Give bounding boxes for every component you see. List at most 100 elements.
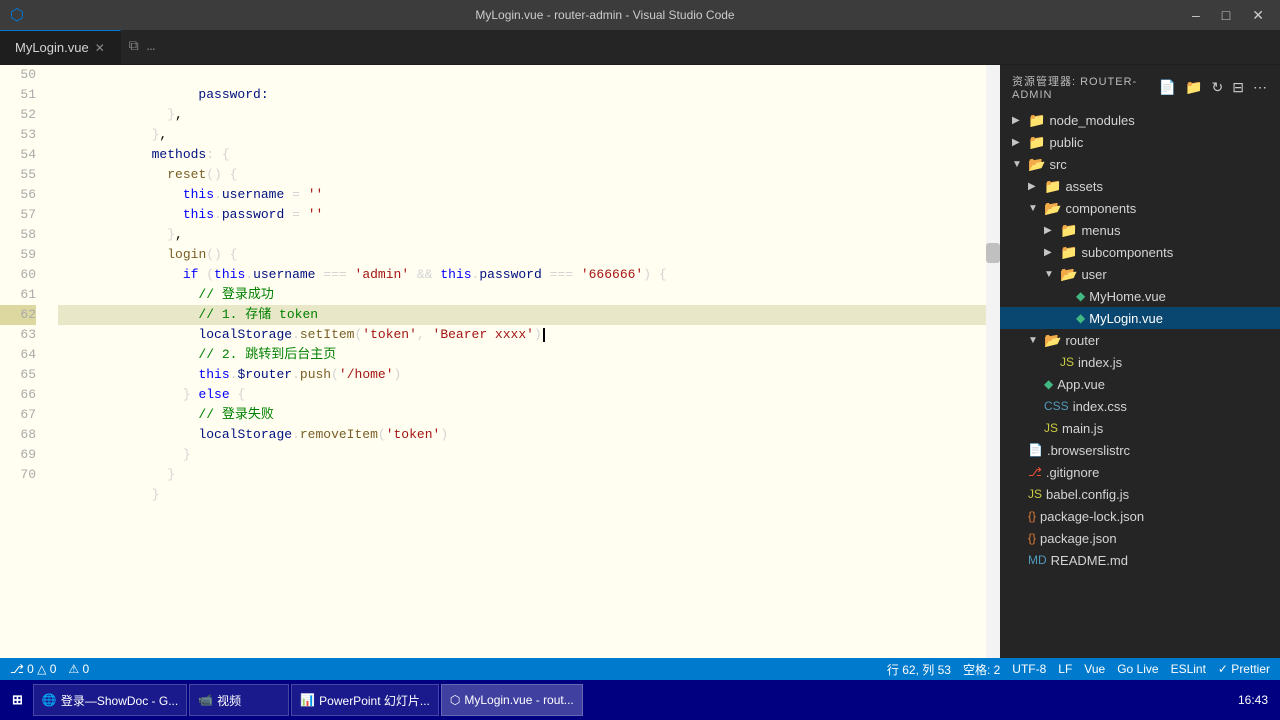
tree-label: public (1049, 135, 1083, 150)
editor-scrollbar[interactable] (986, 65, 1000, 658)
chevron-down-icon: ▼ (1012, 159, 1024, 170)
git-status-item[interactable]: ⎇ 0 △ 0 (10, 662, 56, 676)
tree-item-components[interactable]: ▼ 📂 components (1000, 197, 1280, 219)
taskbar-label: MyLogin.vue - rout... (464, 693, 573, 707)
tree-item-package-json[interactable]: ▶ {} package.json (1000, 527, 1280, 549)
js-file-icon: JS (1028, 487, 1042, 501)
error-status-item[interactable]: ⚠ 0 (68, 662, 89, 676)
tree-item-myhome[interactable]: ▶ ◆ MyHome.vue (1000, 285, 1280, 307)
tree-label: menus (1081, 223, 1120, 238)
taskbar-time: 16:43 (1238, 693, 1268, 707)
folder-open-icon: 📂 (1044, 200, 1061, 217)
taskbar-btn-vscode[interactable]: ⬡ MyLogin.vue - rout... (441, 684, 583, 716)
tree-item-readme[interactable]: ▶ MD README.md (1000, 549, 1280, 571)
windows-icon: ⊞ (12, 692, 23, 708)
sidebar-title: 资源管理器: ROUTER-ADMIN (1012, 73, 1159, 101)
chevron-down-icon: ▼ (1028, 335, 1040, 346)
taskbar-icon: 📹 (198, 693, 213, 707)
new-folder-icon[interactable]: 📁 (1185, 79, 1203, 96)
more-actions-button[interactable]: … (147, 39, 155, 55)
css-file-icon: CSS (1044, 399, 1069, 413)
tab-close-button[interactable]: ✕ (95, 41, 105, 55)
taskbar-label: 登录—ShowDoc - G... (61, 692, 178, 709)
start-button[interactable]: ⊞ (4, 688, 31, 712)
vue-file-icon: ◆ (1076, 311, 1085, 325)
status-bar-right: 行 62, 列 53 空格: 2 UTF-8 LF Vue Go Live ES… (887, 661, 1270, 678)
tree-item-mylogin[interactable]: ▶ ◆ MyLogin.vue (1000, 307, 1280, 329)
tree-item-subcomponents[interactable]: ▶ 📁 subcomponents (1000, 241, 1280, 263)
tree-item-app-vue[interactable]: ▶ ◆ App.vue (1000, 373, 1280, 395)
line-ending-item[interactable]: LF (1058, 662, 1072, 676)
tree-item-src[interactable]: ▼ 📂 src (1000, 153, 1280, 175)
tab-label: MyLogin.vue (15, 40, 89, 55)
tree-item-node-modules[interactable]: ▶ 📁 node_modules (1000, 109, 1280, 131)
tree-item-router[interactable]: ▼ 📂 router (1000, 329, 1280, 351)
tree-item-menus[interactable]: ▶ 📁 menus (1000, 219, 1280, 241)
folder-icon: 📁 (1028, 134, 1045, 151)
tab-bar-extra: ⧉ … (121, 30, 1280, 64)
language-item[interactable]: Vue (1084, 662, 1105, 676)
js-file-icon: JS (1060, 355, 1074, 369)
eslint-item[interactable]: ESLint (1171, 662, 1206, 676)
status-bar: ⎇ 0 △ 0 ⚠ 0 行 62, 列 53 空格: 2 UTF-8 LF Vu… (0, 658, 1280, 680)
tab-mylogin[interactable]: MyLogin.vue ✕ (0, 30, 121, 64)
tree-item-babel-config[interactable]: ▶ JS babel.config.js (1000, 483, 1280, 505)
go-live-item[interactable]: Go Live (1117, 662, 1158, 676)
encoding-item[interactable]: UTF-8 (1012, 662, 1046, 676)
tree-item-browserslistrc[interactable]: ▶ 📄 .browserslistrc (1000, 439, 1280, 461)
tree-item-main-js[interactable]: ▶ JS main.js (1000, 417, 1280, 439)
tree-label: user (1081, 267, 1106, 282)
collapse-icon[interactable]: ⊟ (1232, 79, 1245, 96)
split-editor-button[interactable]: ⧉ (129, 39, 139, 55)
more-icon[interactable]: ⋯ (1253, 79, 1268, 96)
chevron-down-icon: ▼ (1028, 203, 1040, 214)
editor-area: 50 51 52 53 54 55 56 57 58 59 60 61 62 6… (0, 65, 1000, 658)
title-bar: ⬡ MyLogin.vue - router-admin - Visual St… (0, 0, 1280, 30)
title-bar-left: ⬡ (10, 5, 24, 25)
taskbar: ⊞ 🌐 登录—ShowDoc - G... 📹 视频 📊 PowerPoint … (0, 680, 1280, 720)
chevron-right-icon: ▶ (1012, 115, 1024, 126)
prettier-item[interactable]: ✓ Prettier (1218, 662, 1270, 676)
vscode-icon: ⬡ (10, 5, 24, 25)
maximize-button[interactable]: □ (1216, 5, 1236, 26)
tree-label: router (1065, 333, 1099, 348)
cursor-position-item[interactable]: 行 62, 列 53 (887, 661, 951, 678)
tree-item-public[interactable]: ▶ 📁 public (1000, 131, 1280, 153)
sidebar-header: 资源管理器: ROUTER-ADMIN 📄 📁 ↻ ⊟ ⋯ (1000, 65, 1280, 109)
tree-label: index.js (1078, 355, 1122, 370)
indent-item[interactable]: 空格: 2 (963, 661, 1000, 678)
taskbar-btn-showdoc[interactable]: 🌐 登录—ShowDoc - G... (33, 684, 187, 716)
tree-item-gitignore[interactable]: ▶ ⎇ .gitignore (1000, 461, 1280, 483)
tree-item-assets[interactable]: ▶ 📁 assets (1000, 175, 1280, 197)
folder-icon: 📁 (1044, 178, 1061, 195)
refresh-icon[interactable]: ↻ (1212, 79, 1225, 96)
tree-label: assets (1065, 179, 1103, 194)
sidebar: 资源管理器: ROUTER-ADMIN 📄 📁 ↻ ⊟ ⋯ ▶ 📁 node_m… (1000, 65, 1280, 658)
minimize-button[interactable]: – (1186, 5, 1206, 26)
scrollbar-thumb[interactable] (986, 243, 1000, 263)
close-button[interactable]: ✕ (1246, 5, 1270, 26)
main-layout: 50 51 52 53 54 55 56 57 58 59 60 61 62 6… (0, 65, 1280, 658)
folder-open-icon: 📂 (1044, 332, 1061, 349)
taskbar-btn-video[interactable]: 📹 视频 (189, 684, 289, 716)
new-file-icon[interactable]: 📄 (1159, 79, 1177, 96)
taskbar-icon: 🌐 (42, 693, 57, 707)
json-file-icon: {} (1028, 509, 1036, 523)
tree-label: babel.config.js (1046, 487, 1129, 502)
taskbar-label: 视频 (217, 692, 241, 709)
title-bar-title: MyLogin.vue - router-admin - Visual Stud… (475, 8, 734, 22)
vue-file-icon: ◆ (1076, 289, 1085, 303)
tree-label: main.js (1062, 421, 1103, 436)
taskbar-btn-powerpoint[interactable]: 📊 PowerPoint 幻灯片... (291, 684, 439, 716)
tree-item-index-css[interactable]: ▶ CSS index.css (1000, 395, 1280, 417)
js-file-icon: JS (1044, 421, 1058, 435)
code-container[interactable]: 50 51 52 53 54 55 56 57 58 59 60 61 62 6… (0, 65, 1000, 658)
code-lines[interactable]: password: }, }, methods: { reset() { thi… (48, 65, 986, 658)
tree-label: subcomponents (1081, 245, 1173, 260)
tree-item-user[interactable]: ▼ 📂 user (1000, 263, 1280, 285)
tree-item-package-lock[interactable]: ▶ {} package-lock.json (1000, 505, 1280, 527)
tree-item-router-index[interactable]: ▶ JS index.js (1000, 351, 1280, 373)
code-line-50: password: (58, 65, 986, 85)
tree-label: MyHome.vue (1089, 289, 1166, 304)
tree-label: src (1049, 157, 1066, 172)
